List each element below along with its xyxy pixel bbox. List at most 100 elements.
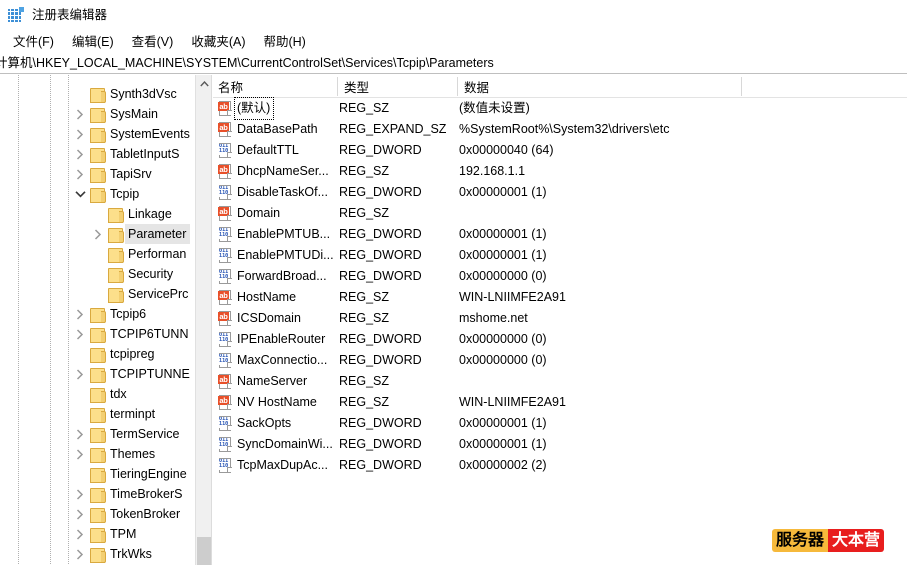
chevron-right-icon[interactable] xyxy=(72,104,88,124)
tree-item-label-wrap: SysMain xyxy=(107,104,162,124)
tree-vertical-scrollbar[interactable] xyxy=(195,75,211,565)
table-row[interactable]: ab (默认) REG_SZ (数值未设置) xyxy=(213,97,907,120)
tree-item-terminpt[interactable]: terminpt xyxy=(0,404,196,424)
tree-item-tcpipreg[interactable]: tcpipreg xyxy=(0,344,196,364)
table-row[interactable]: 011 110 SyncDomainWi... REG_DWORD 0x00000001… xyxy=(213,434,907,455)
table-row[interactable]: 011 110 IPEnableRouter REG_DWORD 0x00000000 … xyxy=(213,329,907,350)
folder-icon xyxy=(108,224,125,244)
column-name[interactable]: 名称 xyxy=(213,75,243,97)
value-name: TcpMaxDupAc... xyxy=(237,458,329,472)
value-name: ICSDomain xyxy=(237,311,301,325)
folder-icon xyxy=(108,264,125,284)
tree-item-label: Security xyxy=(128,267,174,281)
tree-item-tapisrv[interactable]: TapiSrv xyxy=(0,164,196,184)
tree-item-tpm[interactable]: TPM xyxy=(0,524,196,544)
value-type: REG_SZ xyxy=(339,395,390,409)
tree-item-termservice[interactable]: TermService xyxy=(0,424,196,444)
chevron-right-icon[interactable] xyxy=(72,164,88,184)
values-rows: ab (默认) REG_SZ (数值未设置) ab DataBasePath REG_EXP… xyxy=(213,97,907,476)
chevron-right-icon[interactable] xyxy=(72,484,88,504)
menu-file[interactable]: 文件(F) xyxy=(4,32,63,52)
tree-item-tabletinputs[interactable]: TabletInputS xyxy=(0,144,196,164)
table-row[interactable]: ab HostName REG_SZ WIN-LNIIMFE2A91 xyxy=(213,287,907,308)
table-row[interactable]: 011 110 MaxConnectio... REG_DWORD 0x00000000… xyxy=(213,350,907,371)
table-row[interactable]: 011 110 ForwardBroad... REG_DWORD 0x00000000… xyxy=(213,266,907,287)
chevron-right-icon[interactable] xyxy=(90,224,106,244)
tree-item-label-wrap: TermService xyxy=(107,424,183,444)
table-row[interactable]: ab DataBasePath REG_EXPAND_SZ %SystemRoot%\… xyxy=(213,119,907,140)
chevron-right-icon[interactable] xyxy=(72,304,88,324)
tree-item-label-wrap: Tcpip6 xyxy=(107,304,150,324)
column-separator[interactable] xyxy=(337,77,338,96)
tree-item-label: Themes xyxy=(110,447,156,461)
column-separator[interactable] xyxy=(457,77,458,96)
tree-item-systemevents[interactable]: SystemEvents xyxy=(0,124,196,144)
table-row[interactable]: ab DhcpNameSer... REG_SZ 192.168.1.1 xyxy=(213,161,907,182)
value-name: (默认) xyxy=(233,97,275,120)
dword-value-icon: 011 110 xyxy=(218,332,233,347)
tree-item-label-wrap: tcpipreg xyxy=(107,344,158,364)
tree-item-linkage[interactable]: Linkage xyxy=(0,204,196,224)
chevron-right-icon[interactable] xyxy=(72,424,88,444)
tree-item-parameter[interactable]: Parameter xyxy=(0,224,196,244)
table-row[interactable]: ab Domain REG_SZ xyxy=(213,203,907,224)
tree-item-label-wrap: SystemEvents xyxy=(107,124,194,144)
tree-item-tieringengine[interactable]: TieringEngine xyxy=(0,464,196,484)
chevron-right-icon[interactable] xyxy=(72,504,88,524)
chevron-right-icon[interactable] xyxy=(72,364,88,384)
tree-item-tcpip[interactable]: Tcpip xyxy=(0,184,196,204)
tree-item-label: TimeBrokerS xyxy=(110,487,183,501)
table-row[interactable]: ab NameServer REG_SZ xyxy=(213,371,907,392)
value-name: SackOpts xyxy=(237,416,292,430)
chevron-right-icon[interactable] xyxy=(72,544,88,564)
tree-item-performan[interactable]: Performan xyxy=(0,244,196,264)
chevron-right-icon[interactable] xyxy=(72,324,88,344)
menu-help[interactable]: 帮助(H) xyxy=(254,32,314,52)
watermark-logo: 服务器 大本营 xyxy=(772,528,885,552)
table-row[interactable]: 011 110 DefaultTTL REG_DWORD 0x00000040 (64) xyxy=(213,140,907,161)
tree-item-tcpiptunne[interactable]: TCPIPTUNNE xyxy=(0,364,196,384)
chevron-right-icon[interactable] xyxy=(72,124,88,144)
folder-icon xyxy=(90,424,107,444)
tree-item-tokenbroker[interactable]: TokenBroker xyxy=(0,504,196,524)
table-row[interactable]: 011 110 EnablePMTUDi... REG_DWORD 0x00000001… xyxy=(213,245,907,266)
scroll-thumb[interactable] xyxy=(197,537,211,565)
address-bar[interactable]: 计算机\HKEY_LOCAL_MACHINE\SYSTEM\CurrentCon… xyxy=(0,53,907,74)
value-data: WIN-LNIIMFE2A91 xyxy=(459,395,566,409)
scroll-up-arrow-icon[interactable] xyxy=(196,75,211,92)
column-separator[interactable] xyxy=(741,77,742,96)
value-data: 0x00000001 (1) xyxy=(459,248,547,262)
table-row[interactable]: ab NV HostName REG_SZ WIN-LNIIMFE2A91 xyxy=(213,392,907,413)
value-data: 0x00000000 (0) xyxy=(459,332,547,346)
tree-item-label: Tcpip xyxy=(110,187,140,201)
chevron-down-icon[interactable] xyxy=(72,184,88,204)
chevron-right-icon[interactable] xyxy=(72,524,88,544)
tree-item-themes[interactable]: Themes xyxy=(0,444,196,464)
tree-item-serviceprc[interactable]: ServicePrc xyxy=(0,284,196,304)
column-data[interactable]: 数据 xyxy=(459,75,489,97)
table-row[interactable]: 011 110 SackOpts REG_DWORD 0x00000001 (1) xyxy=(213,413,907,434)
menu-edit[interactable]: 编辑(E) xyxy=(63,32,123,52)
folder-icon xyxy=(108,284,125,304)
table-row[interactable]: 011 110 TcpMaxDupAc... REG_DWORD 0x00000002 … xyxy=(213,455,907,476)
value-data: 192.168.1.1 xyxy=(459,164,526,178)
tree-item-security[interactable]: Security xyxy=(0,264,196,284)
folder-icon xyxy=(90,404,107,424)
table-row[interactable]: 011 110 EnablePMTUB... REG_DWORD 0x00000001 … xyxy=(213,224,907,245)
tree-item-timebrokers[interactable]: TimeBrokerS xyxy=(0,484,196,504)
tree-item-tcpip6[interactable]: Tcpip6 xyxy=(0,304,196,324)
tree-item-synth3dvsc[interactable]: Synth3dVsc xyxy=(0,84,196,104)
tree-item-sysmain[interactable]: SysMain xyxy=(0,104,196,124)
table-row[interactable]: 011 110 DisableTaskOf... REG_DWORD 0x0000000… xyxy=(213,182,907,203)
table-row[interactable]: ab ICSDomain REG_SZ mshome.net xyxy=(213,308,907,329)
tree-item-label-wrap: Performan xyxy=(125,244,190,264)
value-type: REG_DWORD xyxy=(339,227,422,241)
column-type[interactable]: 类型 xyxy=(339,75,369,97)
tree-item-trkwks[interactable]: TrkWks xyxy=(0,544,196,564)
tree-item-tdx[interactable]: tdx xyxy=(0,384,196,404)
chevron-right-icon[interactable] xyxy=(72,444,88,464)
chevron-right-icon[interactable] xyxy=(72,144,88,164)
menu-view[interactable]: 查看(V) xyxy=(123,32,183,52)
menu-favorites[interactable]: 收藏夹(A) xyxy=(182,32,254,52)
tree-item-tcpip6tunn[interactable]: TCPIP6TUNN xyxy=(0,324,196,344)
